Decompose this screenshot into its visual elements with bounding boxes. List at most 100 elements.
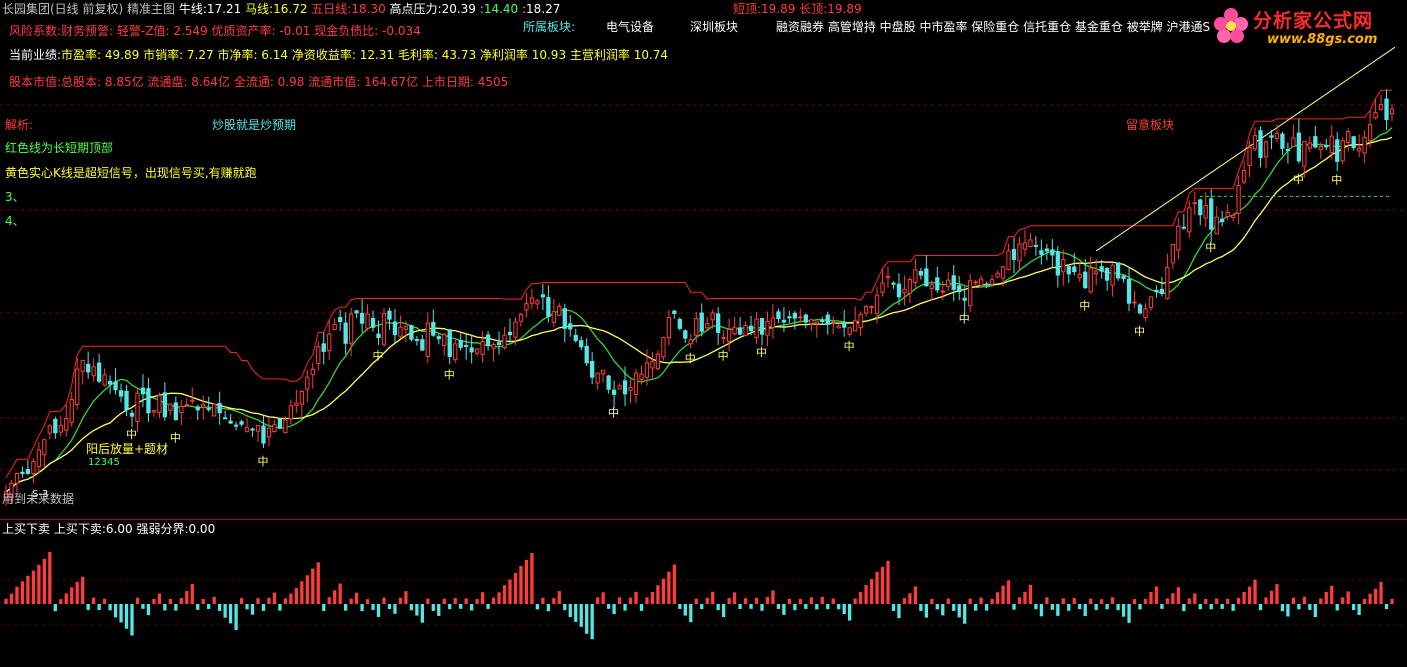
candle-body <box>1378 104 1384 111</box>
osc-bar <box>979 597 983 604</box>
osc-bar <box>1215 598 1219 604</box>
osc-bar <box>804 604 808 609</box>
candle-body <box>266 427 272 438</box>
candle-body <box>579 340 584 348</box>
value-1: 14.40 <box>483 2 519 16</box>
osc-bar <box>837 604 841 610</box>
osc-bar <box>1017 597 1022 604</box>
candle-body <box>721 337 726 340</box>
changding-value: 19.89 <box>827 2 862 16</box>
osc-bar <box>628 597 633 604</box>
candle-body <box>453 343 458 361</box>
osc-bar <box>590 604 594 640</box>
candle-body <box>217 403 222 414</box>
osc-bar <box>1001 585 1005 604</box>
candle-body <box>1028 239 1033 247</box>
candle-body <box>705 323 710 329</box>
osc-bar <box>722 604 726 618</box>
osc-bar <box>1083 604 1087 617</box>
perf-label: 当前业绩: <box>9 48 62 62</box>
osc-bar <box>1006 580 1011 604</box>
candle-body <box>310 368 315 376</box>
osc-bar <box>957 604 961 618</box>
osc-bar <box>1149 591 1153 604</box>
candle-body <box>507 331 513 336</box>
candle-body <box>201 404 206 408</box>
osc-bar <box>913 586 918 604</box>
low-marker: 中 <box>1079 300 1090 313</box>
osc-bar <box>393 604 397 614</box>
candle-body <box>1313 136 1318 148</box>
low-marker: 中 <box>1205 241 1216 254</box>
candle-body <box>447 329 452 357</box>
gaodian-label: 高点压力: <box>389 2 442 16</box>
candle-body <box>80 360 85 372</box>
candle-body <box>1055 251 1060 276</box>
osc-bar <box>941 604 945 616</box>
candle-body <box>891 282 896 285</box>
osc-bar <box>464 598 468 604</box>
osc-bar <box>1280 604 1285 612</box>
ma-label: 马线: <box>245 2 274 16</box>
osc-bar <box>1379 581 1383 604</box>
osc-bar <box>1362 598 1367 604</box>
osc-bar <box>930 598 934 604</box>
candle-body <box>781 319 787 323</box>
sector-item-2[interactable]: 深圳板块 <box>690 20 738 34</box>
candle-body <box>1126 278 1132 304</box>
candle-body <box>316 346 321 365</box>
candle-body <box>436 336 441 340</box>
candle-body <box>14 473 20 484</box>
osc-bar <box>4 598 8 604</box>
candle-body <box>135 392 140 422</box>
osc-bar <box>524 559 529 604</box>
candle-body <box>1006 250 1011 270</box>
sub-title: 上买下卖 <box>2 522 51 536</box>
candle-body <box>228 420 233 424</box>
candle-body <box>995 272 1000 278</box>
candle-body <box>173 402 178 421</box>
osc-bar <box>338 583 342 604</box>
candle-body <box>365 313 370 329</box>
osc-bar <box>645 597 649 604</box>
candle-body <box>403 326 409 330</box>
candle-body <box>1115 262 1121 279</box>
candle-body <box>195 406 200 411</box>
osc-bar <box>891 604 896 611</box>
osc-bar <box>585 604 589 634</box>
osc-bar <box>963 604 967 624</box>
osc-bar <box>984 604 989 611</box>
candle-body <box>940 290 945 293</box>
osc-bar <box>634 591 638 604</box>
osc-bar <box>952 604 956 611</box>
osc-bar <box>869 578 874 604</box>
candle-body <box>924 268 929 287</box>
candle-body <box>852 320 858 332</box>
osc-bar <box>935 604 939 610</box>
osc-bar <box>48 551 52 604</box>
candle-body <box>64 417 69 431</box>
osc-bar <box>875 571 879 604</box>
osc-bar <box>1297 604 1301 610</box>
osc-bar <box>1302 596 1306 604</box>
osc-bar <box>437 604 441 616</box>
candle-body <box>1148 296 1154 309</box>
candle-body <box>1220 218 1225 223</box>
sector-item-3[interactable]: 融资融券 高管增持 中盘股 中市盈率 保险重仓 信托重仓 基金重仓 被举牌 沪港… <box>776 20 1210 34</box>
osc-bar <box>92 597 96 604</box>
duanding-value: 19.89 <box>761 2 796 16</box>
sector-item-1[interactable]: 电气设备 <box>606 20 654 34</box>
osc-bar <box>1198 604 1202 610</box>
osc-bar <box>1067 604 1071 611</box>
candle-body <box>420 339 425 351</box>
osc-bar <box>1160 604 1164 609</box>
osc-bar <box>1335 604 1339 611</box>
osc-bar <box>1247 586 1252 604</box>
osc-bar <box>371 604 375 610</box>
candle-body <box>568 323 573 330</box>
candle-body <box>1022 242 1028 250</box>
osc-bar <box>519 565 523 604</box>
osc-bar <box>398 597 403 604</box>
osc-bar <box>842 604 846 615</box>
candle-body <box>474 348 480 354</box>
